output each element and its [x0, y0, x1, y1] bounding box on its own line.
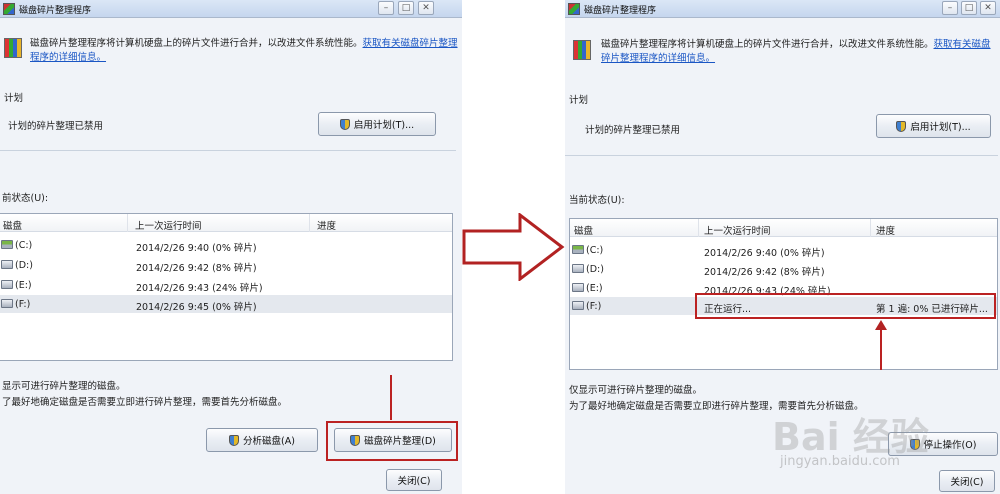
disk-name: (C:)	[586, 245, 604, 256]
uac-shield-icon	[229, 434, 240, 446]
column-separator	[698, 219, 699, 237]
close-icon[interactable]: ✕	[418, 1, 434, 15]
column-header-progress[interactable]: 进度	[876, 223, 895, 237]
transition-arrow-icon	[462, 213, 565, 281]
disk-name: (C:)	[15, 240, 33, 251]
window-title: 磁盘碎片整理程序	[584, 6, 657, 16]
close-button-label: 关闭(C)	[397, 476, 431, 487]
footer-line-1: 仅显示可进行碎片整理的磁盘。	[569, 385, 703, 396]
disk-row[interactable]: (E:) 2014/2/26 9:43 (24% 碎片)	[0, 276, 452, 294]
last-run: 2014/2/26 9:43 (24% 碎片)	[136, 283, 263, 294]
disk-name: (E:)	[586, 283, 603, 294]
disk-row-selected[interactable]: (F:) 2014/2/26 9:45 (0% 碎片)	[0, 295, 452, 313]
disk-name: (D:)	[586, 264, 604, 275]
drive-icon	[1, 260, 13, 269]
disk-row[interactable]: (C:) 2014/2/26 9:40 (0% 碎片)	[0, 236, 452, 254]
maximize-icon[interactable]: □	[961, 1, 977, 15]
close-button-label: 关闭(C)	[950, 477, 984, 488]
column-header-disk[interactable]: 磁盘	[3, 218, 22, 232]
minimize-icon[interactable]: –	[378, 1, 394, 15]
title-bar: 磁盘碎片整理程序 – □ ✕	[0, 0, 462, 18]
footer-line-2: 了最好地确定磁盘是否需要立即进行碎片整理，需要首先分析磁盘。	[2, 397, 288, 408]
description-text: 磁盘碎片整理程序将计算机硬盘上的碎片文件进行合并，以改进文件系统性能。	[30, 38, 363, 49]
description-text: 磁盘碎片整理程序将计算机硬盘上的碎片文件进行合并，以改进文件系统性能。	[601, 39, 934, 50]
window-title: 磁盘碎片整理程序	[19, 6, 92, 16]
uac-shield-icon	[339, 118, 350, 130]
uac-shield-icon	[909, 438, 920, 450]
disk-row[interactable]: (D:) 2014/2/26 9:42 (8% 碎片)	[570, 260, 997, 278]
schedule-label: 计划	[569, 95, 589, 106]
minimize-icon[interactable]: –	[942, 1, 958, 15]
analyze-disk-label: 分析磁盘(A)	[243, 436, 295, 447]
title-bar: 磁盘碎片整理程序 – □ ✕	[565, 0, 1000, 18]
disk-name: (F:)	[586, 301, 602, 312]
uac-shield-icon	[896, 120, 907, 132]
column-header-last-run[interactable]: 上一次运行时间	[704, 223, 771, 237]
divider	[565, 155, 998, 156]
list-header: 磁盘 上一次运行时间 进度	[0, 214, 452, 232]
annotation-arrow-line	[880, 326, 882, 370]
close-button[interactable]: 关闭(C)	[939, 470, 995, 492]
drive-icon	[572, 264, 584, 273]
system-drive-icon	[572, 245, 584, 254]
annotation-arrow-line	[390, 375, 392, 420]
disk-name: (E:)	[15, 280, 32, 291]
defrag-window-before: 磁盘碎片整理程序 – □ ✕ 磁盘碎片整理程序将计算机硬盘上的碎片文件进行合并，…	[0, 0, 462, 494]
annotation-highlight-box	[695, 293, 996, 319]
maximize-icon[interactable]: □	[398, 1, 414, 15]
stop-operation-button[interactable]: 停止操作(O)	[888, 432, 998, 456]
configure-schedule-button[interactable]: 启用计划(T)...	[318, 112, 436, 136]
disk-row[interactable]: (D:) 2014/2/26 9:42 (8% 碎片)	[0, 256, 452, 274]
column-separator	[870, 219, 871, 237]
configure-schedule-label: 启用计划(T)...	[910, 122, 971, 133]
column-separator	[309, 214, 310, 232]
disk-list[interactable]: 磁盘 上一次运行时间 进度 (C:) 2014/2/26 9:40 (0% 碎片…	[0, 213, 453, 361]
configure-schedule-button[interactable]: 启用计划(T)...	[876, 114, 991, 138]
uac-shield-icon	[350, 434, 361, 446]
footer-line-2: 为了最好地确定磁盘是否需要立即进行碎片整理，需要首先分析磁盘。	[569, 401, 864, 412]
last-run: 2014/2/26 9:42 (8% 碎片)	[704, 267, 825, 278]
analyze-disk-button[interactable]: 分析磁盘(A)	[206, 428, 318, 452]
defragment-disk-button[interactable]: 磁盘碎片整理(D)	[334, 428, 452, 452]
divider	[0, 150, 456, 151]
last-run: 2014/2/26 9:42 (8% 碎片)	[136, 263, 257, 274]
schedule-status: 计划的碎片整理已禁用	[585, 125, 681, 136]
column-header-last-run[interactable]: 上一次运行时间	[135, 218, 202, 232]
defrag-app-icon	[3, 3, 15, 15]
current-status-label: 当前状态(U):	[569, 195, 625, 206]
system-drive-icon	[1, 240, 13, 249]
column-header-disk[interactable]: 磁盘	[574, 223, 593, 237]
schedule-label: 计划	[4, 93, 24, 104]
disk-row[interactable]: (C:) 2014/2/26 9:40 (0% 碎片)	[570, 241, 997, 259]
disk-name: (F:)	[15, 299, 31, 310]
configure-schedule-label: 启用计划(T)...	[353, 120, 415, 131]
column-separator	[127, 214, 128, 232]
annotation-arrowhead-icon	[875, 320, 887, 330]
defragment-disk-label: 磁盘碎片整理(D)	[364, 436, 436, 447]
defrag-app-icon	[568, 3, 580, 15]
close-button[interactable]: 关闭(C)	[386, 469, 442, 491]
column-header-progress[interactable]: 进度	[317, 218, 336, 232]
drive-icon	[1, 299, 13, 308]
last-run: 2014/2/26 9:45 (0% 碎片)	[136, 302, 257, 313]
defrag-window-running: 磁盘碎片整理程序 – □ ✕ 磁盘碎片整理程序将计算机硬盘上的碎片文件进行合并，…	[565, 0, 1000, 494]
description: 磁盘碎片整理程序将计算机硬盘上的碎片文件进行合并，以改进文件系统性能。获取有关磁…	[601, 38, 997, 66]
disk-name: (D:)	[15, 260, 33, 271]
stop-operation-label: 停止操作(O)	[923, 440, 977, 451]
drive-icon	[572, 283, 584, 292]
drive-icon	[572, 301, 584, 310]
drive-icon	[1, 280, 13, 289]
list-header: 磁盘 上一次运行时间 进度	[570, 219, 997, 237]
defrag-header-icon	[4, 38, 22, 58]
schedule-status: 计划的碎片整理已禁用	[8, 121, 104, 132]
defrag-header-icon	[573, 40, 591, 60]
last-run: 2014/2/26 9:40 (0% 碎片)	[136, 243, 257, 254]
footer-line-1: 显示可进行碎片整理的磁盘。	[2, 381, 126, 392]
current-status-label: 前状态(U):	[2, 193, 49, 204]
close-icon[interactable]: ✕	[980, 1, 996, 15]
description: 磁盘碎片整理程序将计算机硬盘上的碎片文件进行合并，以改进文件系统性能。获取有关磁…	[30, 37, 458, 65]
last-run: 2014/2/26 9:40 (0% 碎片)	[704, 248, 825, 259]
